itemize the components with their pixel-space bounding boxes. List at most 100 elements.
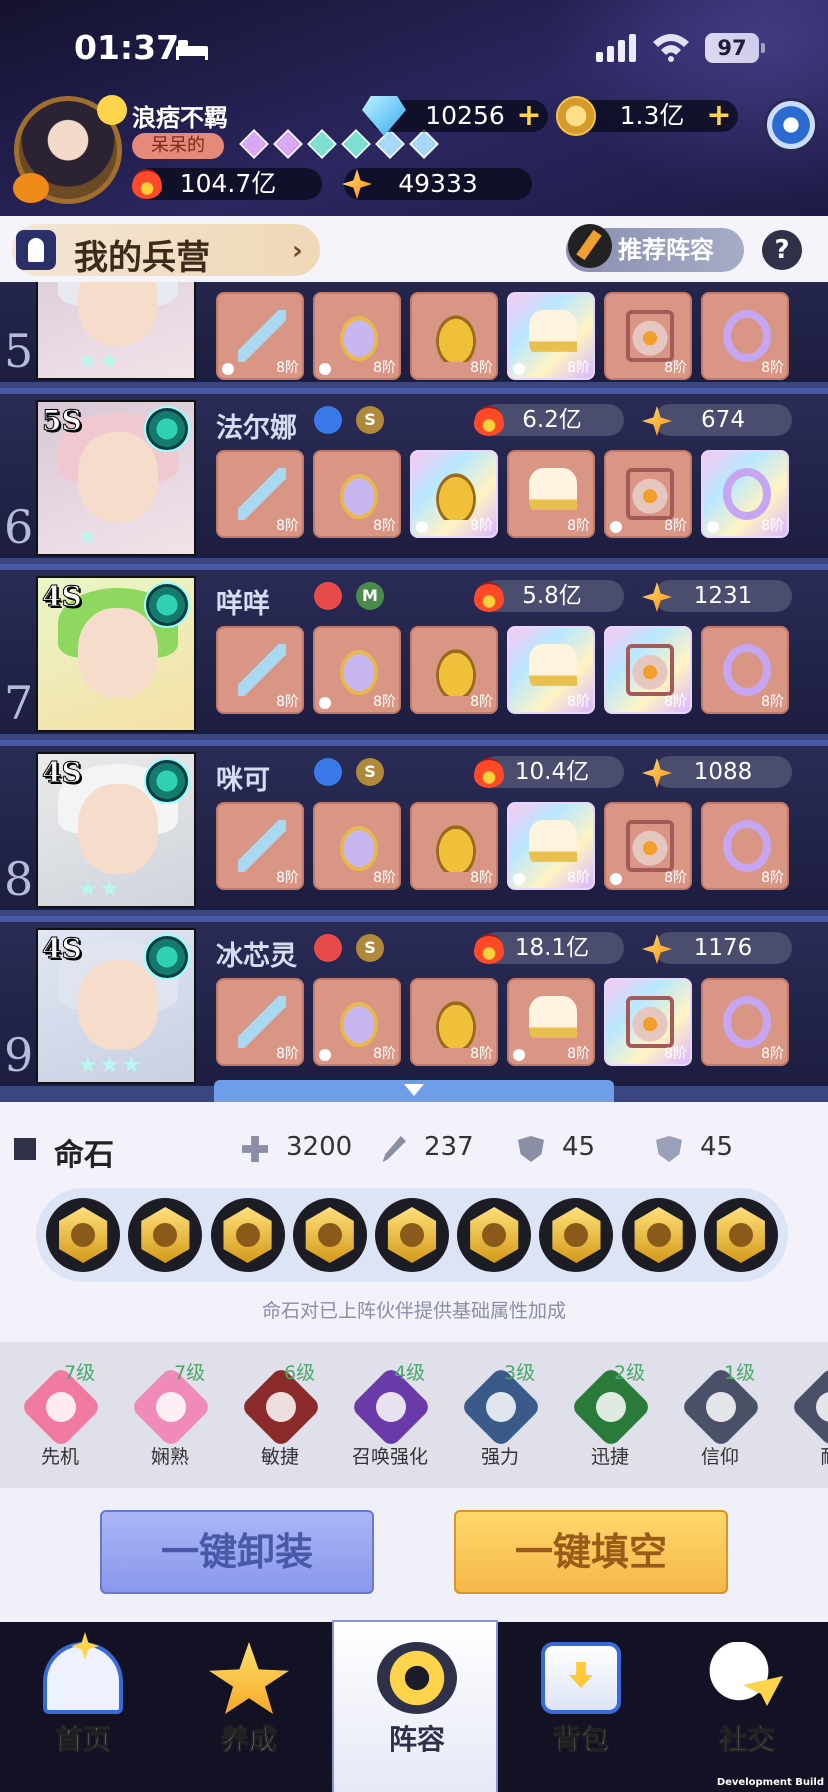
equip-slot-crest[interactable]: 8阶 <box>604 450 692 538</box>
equip-slot-crest[interactable]: 8阶 <box>604 978 692 1066</box>
player-header: 01:37 97 浪痞不羁 呆呆的 10256 + 1.3亿 + 104.7亿 … <box>0 0 828 216</box>
equip-slot-ring[interactable]: 8阶 <box>701 802 789 890</box>
fate-stone-slot[interactable] <box>539 1198 614 1272</box>
hero-row[interactable]: 4S ★★ 8 咪可 S 10.4亿 1088 8阶 8阶 8阶 8阶 8阶 8… <box>0 740 828 910</box>
fate-stone-title: 命石 <box>54 1138 114 1173</box>
equip-slot-boots[interactable]: 8阶 <box>507 802 595 890</box>
equip-slot-helmet[interactable]: 8阶 <box>410 802 498 890</box>
equip-slot-ring[interactable]: 8阶 <box>701 626 789 714</box>
equip-slot-weapon[interactable]: 8阶 <box>216 978 304 1066</box>
collapse-list-handle[interactable] <box>214 1080 614 1102</box>
set-bonus-item[interactable]: 耐 <box>780 1365 828 1480</box>
hero-portrait[interactable]: 4S ★★★ <box>36 928 196 1084</box>
equip-slot-ring[interactable]: 8阶 <box>701 978 789 1066</box>
equip-slot-crest[interactable]: 8阶 <box>604 626 692 714</box>
fate-stone-slot[interactable] <box>128 1198 203 1272</box>
hero-stars-icon: ★★★ <box>78 1053 144 1078</box>
nav-home[interactable]: 首页 <box>0 1622 166 1792</box>
fate-stone-slot[interactable] <box>292 1198 367 1272</box>
hero-portrait[interactable]: ★★ <box>36 282 196 380</box>
set-bonus-strip[interactable]: 7级先机 7级娴熟 6级敏捷 4级召唤强化 3级强力 2级迅捷 1级信仰 耐 <box>0 1342 828 1488</box>
set-bonus-item[interactable]: 1级 信仰 <box>670 1362 770 1480</box>
hero-portrait[interactable]: 4S <box>36 576 196 732</box>
barracks-tab[interactable]: 我的兵营 › <box>12 224 320 278</box>
help-icon[interactable]: ? <box>762 230 802 270</box>
nav-lineup[interactable]: 阵容 <box>332 1620 498 1792</box>
hero-name: 冰芯灵 <box>216 941 297 972</box>
fate-stone-slot[interactable] <box>46 1198 121 1272</box>
wind-element-icon <box>144 934 190 980</box>
power-flame-icon <box>474 582 504 612</box>
equip-slot-boots[interactable]: 8阶 <box>507 450 595 538</box>
equip-slot-weapon[interactable]: 8阶 <box>216 292 304 380</box>
equip-slot-weapon[interactable]: 8阶 <box>216 626 304 714</box>
equip-slot-armor[interactable]: 8阶 <box>313 292 401 380</box>
equip-slot-boots[interactable]: 8阶 <box>507 292 595 380</box>
equip-slot-helmet[interactable]: 8阶 <box>410 978 498 1066</box>
fate-stone-note: 命石对已上阵伙伴提供基础属性加成 <box>261 1300 566 1322</box>
set-bonus-item[interactable]: 7级 娴熟 <box>120 1362 220 1480</box>
nav-social[interactable]: 社交 <box>664 1622 828 1792</box>
equip-slot-armor[interactable]: 8阶 <box>313 626 401 714</box>
fill-all-button[interactable]: 一键填空 <box>454 1510 728 1594</box>
settings-gear-icon[interactable] <box>764 98 818 152</box>
add-diamond-plus-icon[interactable]: + <box>516 101 542 131</box>
add-gold-plus-icon[interactable]: + <box>706 101 732 131</box>
pencil-icon <box>568 224 612 268</box>
equip-slot-helmet[interactable]: 8阶 <box>410 450 498 538</box>
equip-slot-ring[interactable]: 8阶 <box>701 450 789 538</box>
gem-icon <box>375 129 405 159</box>
fate-stone-slot[interactable] <box>621 1198 696 1272</box>
hero-portrait[interactable]: 5S ★ <box>36 400 196 556</box>
equip-slot-armor[interactable]: 8阶 <box>313 450 401 538</box>
equip-slot-helmet[interactable]: 8阶 <box>410 292 498 380</box>
fate-stone-slot[interactable] <box>457 1198 532 1272</box>
fate-stone-slot[interactable] <box>703 1198 778 1272</box>
player-name: 浪痞不羁 <box>132 104 228 132</box>
fate-stone-slot[interactable] <box>210 1198 285 1272</box>
set-bonus-item[interactable]: 3级 强力 <box>450 1362 550 1480</box>
wind-element-icon <box>144 758 190 804</box>
pumpkin-icon <box>13 173 49 203</box>
hero-row[interactable]: 4S ★★★ 9 冰芯灵 S 18.1亿 1176 8阶 8阶 8阶 8阶 8阶… <box>0 916 828 1086</box>
player-avatar[interactable] <box>13 95 127 204</box>
set-bonus-item[interactable]: 6级 敏捷 <box>230 1362 330 1480</box>
hero-name: 咩咩 <box>216 589 270 620</box>
equip-slot-boots[interactable]: 8阶 <box>507 978 595 1066</box>
hero-row[interactable]: 5S ★ 6 法尔娜 S 6.2亿 674 8阶 8阶 8阶 8阶 8阶 8阶 <box>0 388 828 558</box>
hero-slot-number: 7 <box>4 676 34 730</box>
sleep-mode-icon <box>176 40 208 60</box>
unequip-all-button[interactable]: 一键卸装 <box>100 1510 374 1594</box>
wind-element-icon <box>144 406 190 452</box>
set-bonus-item[interactable]: 4级 召唤强化 <box>340 1362 440 1480</box>
set-bonus-item[interactable]: 2级 迅捷 <box>560 1362 660 1480</box>
equip-slot-weapon[interactable]: 8阶 <box>216 450 304 538</box>
lineup-icon <box>377 1642 457 1714</box>
equip-slot-ring[interactable]: 8阶 <box>701 292 789 380</box>
equip-slot-armor[interactable]: 8阶 <box>313 978 401 1066</box>
hero-list[interactable]: ★★ 5 8阶 8阶 8阶 8阶 8阶 8阶 5S ★ 6 法尔娜 S 6.2亿… <box>0 282 828 1102</box>
hero-stars-icon: ★★ <box>78 349 122 374</box>
hero-row[interactable]: 4S 7 咩咩 M 5.8亿 1231 8阶 8阶 8阶 8阶 8阶 8阶 <box>0 564 828 734</box>
nav-bag[interactable]: 背包 <box>498 1622 664 1792</box>
hero-portrait[interactable]: 4S ★★ <box>36 752 196 908</box>
star-icon <box>209 1642 289 1714</box>
hero-stars: 1088 <box>654 756 792 788</box>
hero-stars-icon: ★★ <box>78 877 122 902</box>
home-icon <box>43 1642 123 1714</box>
fate-stone-slot[interactable] <box>374 1198 449 1272</box>
equip-slot-helmet[interactable]: 8阶 <box>410 626 498 714</box>
fate-stat-defense: 45 <box>562 1132 596 1162</box>
equip-slot-armor[interactable]: 8阶 <box>313 802 401 890</box>
set-bonus-item[interactable]: 7级 先机 <box>10 1362 110 1480</box>
equip-slot-boots[interactable]: 8阶 <box>507 626 595 714</box>
fate-stone-panel: 命石 3200 237 45 45 命石对已上阵伙伴提供基础属性加成 <box>0 1102 828 1342</box>
equip-slot-crest[interactable]: 8阶 <box>604 292 692 380</box>
mage-class-icon <box>314 406 342 434</box>
equip-slot-weapon[interactable]: 8阶 <box>216 802 304 890</box>
chevron-right-icon: › <box>292 236 303 266</box>
hero-row[interactable]: ★★ 5 8阶 8阶 8阶 8阶 8阶 8阶 <box>0 282 828 382</box>
equip-slot-crest[interactable]: 8阶 <box>604 802 692 890</box>
fate-stone-slots <box>36 1188 788 1282</box>
nav-develop[interactable]: 养成 <box>166 1622 332 1792</box>
